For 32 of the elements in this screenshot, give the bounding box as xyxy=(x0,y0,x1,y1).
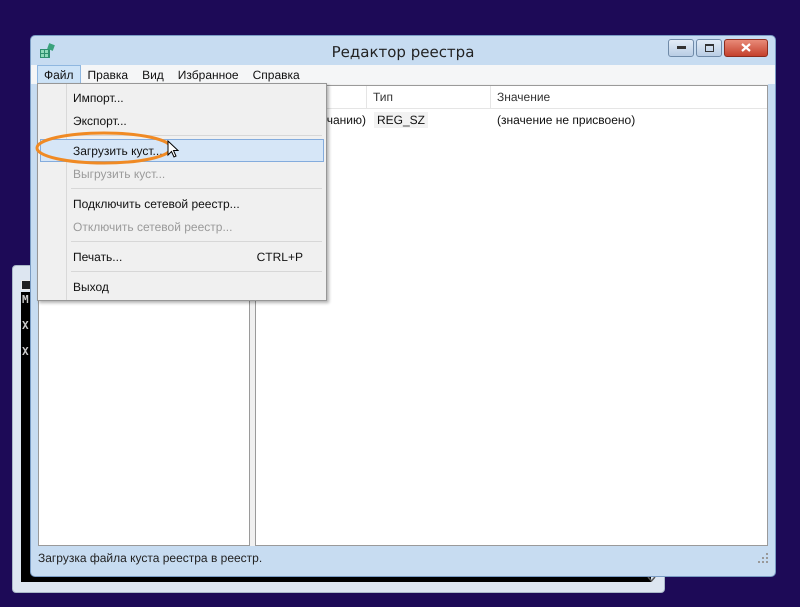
menu-item[interactable]: Файл xyxy=(37,64,81,84)
menu-item[interactable]: Экспорт... xyxy=(40,109,324,132)
close-icon xyxy=(741,43,751,52)
scroll-down-icon[interactable] xyxy=(647,576,656,582)
minimize-icon xyxy=(676,46,686,49)
registry-icon xyxy=(39,42,55,58)
menu-item[interactable]: Вид xyxy=(135,64,171,84)
table-cell-text: (значение не присвоено) xyxy=(496,113,636,127)
console-icon xyxy=(21,280,31,290)
cursor-icon xyxy=(167,140,179,158)
column-header[interactable]: Тип xyxy=(366,86,490,108)
minimize-button[interactable] xyxy=(668,38,694,56)
console-text: X xyxy=(21,320,30,332)
close-button[interactable] xyxy=(724,38,768,56)
maximize-button[interactable] xyxy=(696,38,722,56)
menu-item[interactable]: Загрузить куст... xyxy=(40,139,324,162)
console-text: M xyxy=(21,294,30,306)
console-text: X xyxy=(21,346,30,358)
window-title: Редактор реестра xyxy=(332,43,474,61)
menu-item[interactable]: Печать... CTRL+P xyxy=(40,245,324,268)
column-header[interactable]: Значение xyxy=(490,86,767,108)
table-cell: REG_SZ xyxy=(374,112,428,128)
menu-item[interactable]: Импорт... xyxy=(40,86,324,109)
menu-item[interactable]: Подключить сетевой реестр... xyxy=(40,192,324,215)
menu-item[interactable]: Избранное xyxy=(170,64,246,84)
table-cell-text: чанию) xyxy=(326,113,367,127)
resize-grip-icon[interactable] xyxy=(758,552,768,562)
menu-item[interactable]: Справка xyxy=(246,64,307,84)
status-text: Загрузка файла куста реестра в реестр. xyxy=(38,550,262,564)
menu-item[interactable]: Правка xyxy=(80,64,136,84)
maximize-icon xyxy=(704,44,714,52)
menu-item[interactable]: Выход xyxy=(40,275,324,298)
